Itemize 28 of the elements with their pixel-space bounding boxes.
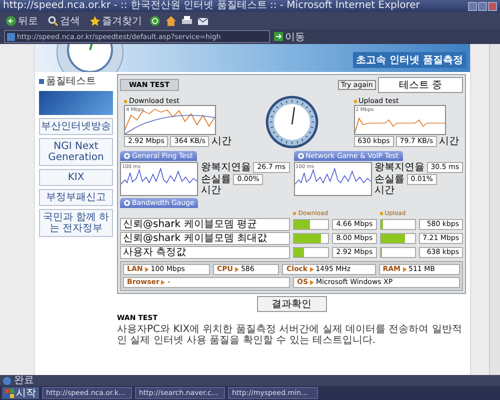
toolbar-button[interactable]: 검색 [46, 14, 82, 28]
axis-label: 시간 [201, 186, 222, 196]
test-status-field: 테스트 중 [378, 77, 463, 93]
axis-label: 시간 [439, 136, 459, 146]
row-label: 신뢰@shark 케이블모뎀 최대값 [120, 232, 290, 245]
sidebar-heading: 품질테스트 [39, 74, 113, 88]
stat-label: 왕복지연율 [374, 162, 425, 172]
axis-label: 시간 [374, 186, 395, 196]
stat-label: 손실률 [374, 174, 405, 184]
banner-link[interactable]: 국민과 함께 하는 전자정부 [39, 209, 113, 237]
banner-link[interactable]: 부산인터넷방송 [39, 118, 113, 135]
result-button[interactable]: 결과확인 [256, 296, 326, 312]
axis-label: 시간 [211, 136, 232, 146]
banner-link[interactable]: NGI Next Generation [39, 138, 113, 166]
site-title: 초고속 인터넷 품질측정 [353, 52, 466, 68]
banner-link[interactable]: KIX [39, 169, 113, 186]
row-label: 신뢰@shark 케이블모뎀 평균 [120, 218, 290, 231]
toolbar-button[interactable]: 즐겨찾기 [88, 14, 144, 28]
section-text: 사용자PC와 KIX에 위치한 품질측정 서버간에 실제 데이터를 전송하여 일반적인 실제 인터넷 사용 품질을 확인할 수 있는 테스트입니다. [117, 324, 463, 346]
window-title: http://speed.nca.or.kr - :: 한국전산원 인터넷 품질테스트 :: - Microsoft Internet Explorer [3, 0, 421, 12]
status-text: 완료 [14, 375, 34, 386]
banner-link[interactable]: 부정부패신고 [39, 189, 113, 206]
toolbar-button[interactable]: 뒤로 [4, 14, 40, 28]
go-button[interactable]: 이동 [274, 30, 305, 44]
row-label: 사용자 측정값 [120, 246, 290, 259]
stat-label: 왕복지연율 [201, 162, 252, 172]
stat-label: 손실률 [201, 174, 232, 184]
start-button[interactable]: 시작 [2, 387, 39, 399]
